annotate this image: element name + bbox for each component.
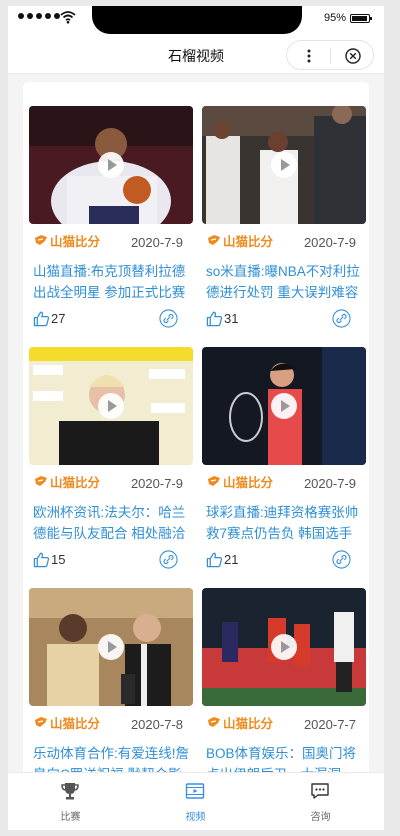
video-card[interactable]: 山猫比分 2020-7-7 BOB体育娱乐：国奥门将点出伊朗后卫一大漏洞 [202, 588, 366, 782]
svg-text:山猫比分: 山猫比分 [223, 716, 274, 731]
tab-label: 视频 [185, 812, 206, 823]
trophy-icon [61, 783, 79, 800]
capsule-divider [330, 48, 331, 64]
play-icon[interactable] [271, 634, 297, 660]
like-count: 27 [51, 310, 66, 326]
play-icon[interactable] [271, 393, 297, 419]
video-card[interactable]: 山猫比分 2020-7-9 so米直播:曝NBA不对利拉德进行处罚 重大误判难容… [202, 106, 366, 336]
svg-text:山猫比分: 山猫比分 [50, 234, 101, 249]
brand-logo: 山猫比分 [208, 234, 274, 249]
video-date: 2020-7-9 [130, 476, 183, 491]
brand-logo: 山猫比分 [35, 475, 101, 490]
share-icon[interactable] [159, 309, 178, 328]
play-icon[interactable] [271, 152, 297, 178]
like-button[interactable]: 31 [206, 309, 238, 327]
battery-percentage: 95% [324, 12, 347, 24]
video-title[interactable]: 球彩直播:迪拜资格赛张帅救7赛点仍告负 韩国选手 [206, 502, 362, 544]
share-icon[interactable] [159, 550, 178, 569]
thumbs-up-icon [33, 311, 50, 326]
video-date: 2020-7-9 [303, 235, 356, 250]
video-date: 2020-7-9 [130, 235, 183, 250]
thumbs-up-icon [33, 552, 50, 567]
video-card[interactable]: 山猫比分 2020-7-9 欧洲杯资讯:法夫尔：哈兰德能与队友配合 相处融洽 1… [29, 347, 193, 577]
video-date: 2020-7-7 [303, 717, 356, 732]
video-card[interactable]: 山猫比分 2020-7-8 乐动体育合作:有爱连线!詹皇向C罗送祝福 默契合影 [29, 588, 193, 782]
message-icon [311, 783, 329, 799]
like-count: 15 [51, 551, 66, 567]
mini-program-capsule [286, 40, 374, 70]
more-icon[interactable] [301, 47, 317, 65]
brand-logo: 山猫比分 [208, 716, 274, 731]
video-card[interactable]: 山猫比分 2020-7-9 球彩直播:迪拜资格赛张帅救7赛点仍告负 韩国选手 2… [202, 347, 366, 577]
like-button[interactable]: 15 [33, 550, 65, 568]
close-icon[interactable] [344, 47, 362, 65]
video-thumbnail[interactable] [202, 106, 366, 224]
like-button[interactable]: 21 [206, 550, 238, 568]
share-icon[interactable] [332, 309, 351, 328]
phone-screen: 95% 石榴视频 山猫比分 2020-7-9 山猫直播:布克顶替利拉德出战全明星… [8, 6, 384, 830]
bottom-tab-bar: 比赛 视频 咨询 [8, 772, 384, 830]
brand-logo: 山猫比分 [35, 234, 101, 249]
brand-logo: 山猫比分 [35, 716, 101, 731]
tab-news[interactable]: 咨询 [258, 773, 383, 830]
video-thumbnail[interactable] [202, 588, 366, 706]
video-icon [185, 783, 205, 799]
video-thumbnail[interactable] [29, 588, 193, 706]
tab-videos[interactable]: 视频 [133, 773, 258, 830]
like-count: 31 [224, 310, 239, 326]
thumbs-up-icon [206, 552, 223, 567]
camera-notch [92, 6, 302, 34]
svg-text:山猫比分: 山猫比分 [223, 234, 274, 249]
thumbs-up-icon [206, 311, 223, 326]
video-title[interactable]: so米直播:曝NBA不对利拉德进行处罚 重大误判难容忍 [206, 261, 362, 303]
video-title[interactable]: 欧洲杯资讯:法夫尔：哈兰德能与队友配合 相处融洽 [33, 502, 189, 544]
play-icon[interactable] [98, 152, 124, 178]
video-title[interactable]: 山猫直播:布克顶替利拉德出战全明星 参加正式比赛 [33, 261, 189, 303]
video-feed: 山猫比分 2020-7-9 山猫直播:布克顶替利拉德出战全明星 参加正式比赛 2… [23, 82, 369, 782]
share-icon[interactable] [332, 550, 351, 569]
tab-label: 比赛 [60, 812, 81, 823]
battery-icon [350, 14, 372, 23]
like-count: 21 [224, 551, 239, 567]
play-icon[interactable] [98, 393, 124, 419]
video-thumbnail[interactable] [202, 347, 366, 465]
video-card[interactable]: 山猫比分 2020-7-9 山猫直播:布克顶替利拉德出战全明星 参加正式比赛 2… [29, 106, 193, 336]
video-thumbnail[interactable] [29, 347, 193, 465]
signal-icon [18, 13, 60, 19]
svg-text:山猫比分: 山猫比分 [50, 475, 101, 490]
like-button[interactable]: 27 [33, 309, 65, 327]
status-bar: 95% [8, 6, 384, 36]
tab-label: 咨询 [310, 812, 331, 823]
video-date: 2020-7-9 [303, 476, 356, 491]
video-thumbnail[interactable] [29, 106, 193, 224]
svg-text:山猫比分: 山猫比分 [223, 475, 274, 490]
brand-logo: 山猫比分 [208, 475, 274, 490]
play-icon[interactable] [98, 634, 124, 660]
tab-matches[interactable]: 比赛 [8, 773, 133, 830]
video-date: 2020-7-8 [130, 717, 183, 732]
navigation-bar: 石榴视频 [8, 36, 384, 74]
wifi-icon [60, 11, 76, 24]
svg-text:山猫比分: 山猫比分 [50, 716, 101, 731]
